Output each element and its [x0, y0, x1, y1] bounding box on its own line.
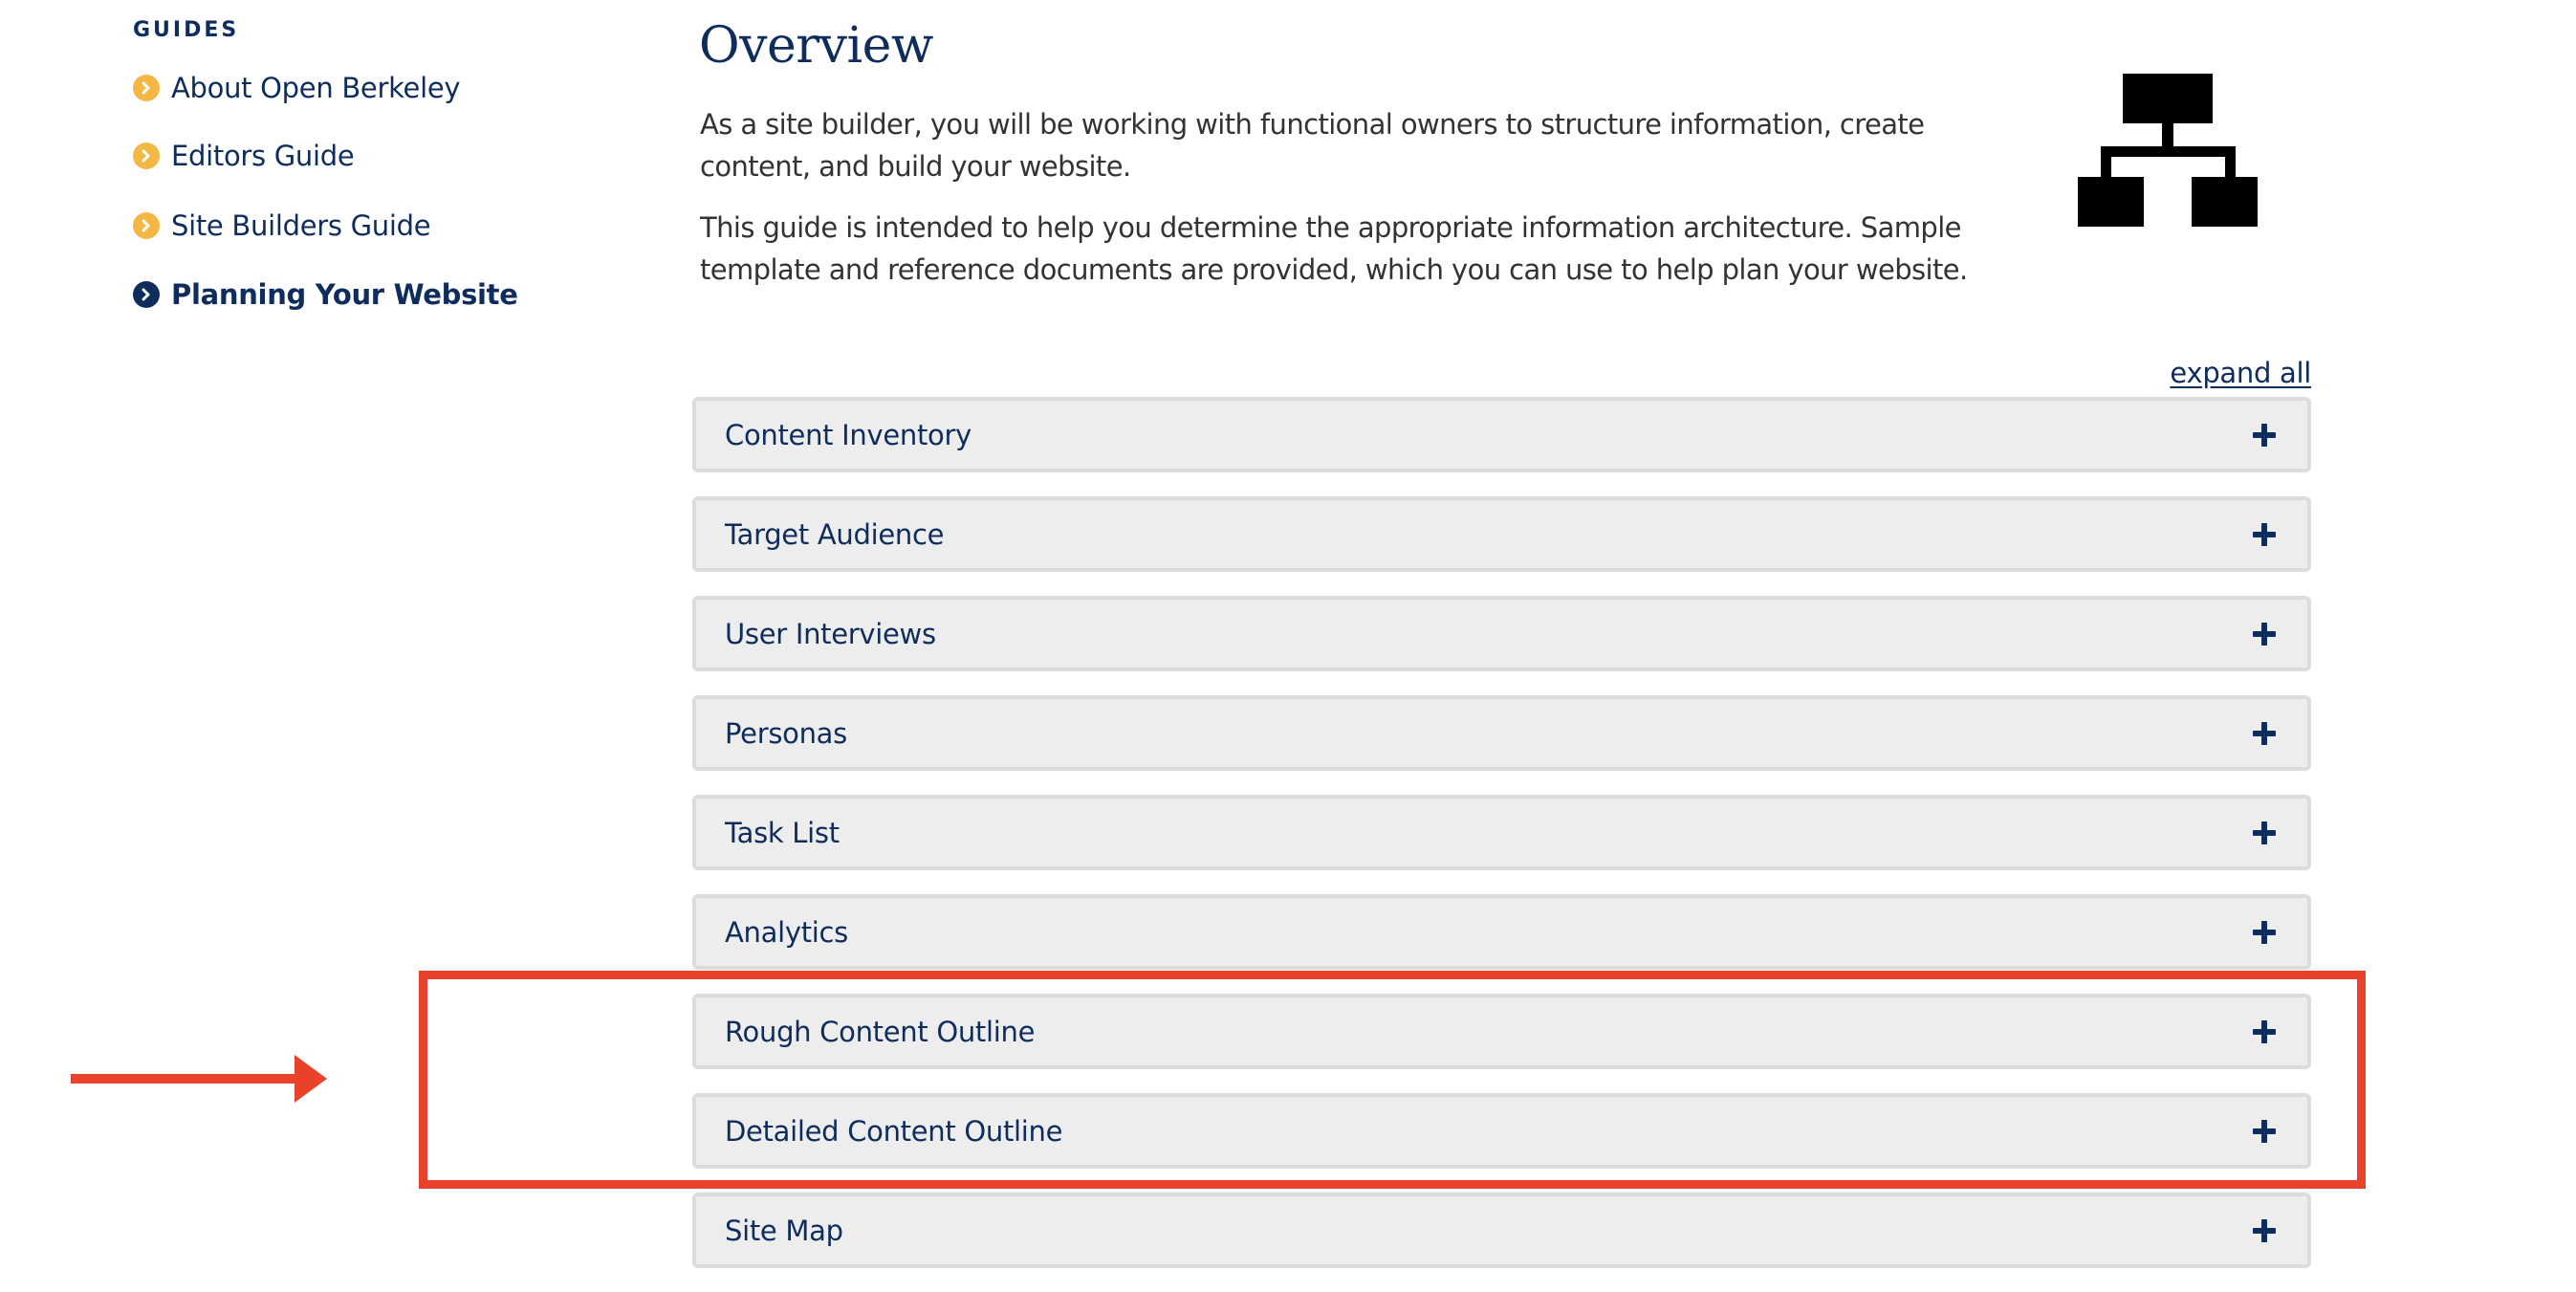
intro-paragraph: As a site builder, you will be working w… [700, 108, 1925, 183]
sidebar-item-label: Editors Guide [171, 140, 355, 172]
sidebar-heading: GUIDES [133, 18, 240, 42]
accordion-item-label: Content Inventory [725, 418, 971, 451]
page-title: Overview [699, 17, 933, 75]
accordion-item-label: Personas [725, 716, 847, 750]
chevron-right-circle-icon [133, 75, 160, 101]
accordion-item-user-interviews[interactable]: User Interviews [692, 596, 2311, 671]
accordion-item-label: Rough Content Outline [725, 1015, 1036, 1048]
annotation-arrow-icon [71, 1055, 327, 1103]
sidebar-item-label: Site Builders Guide [171, 209, 431, 242]
intro-paragraph: This guide is intended to help you deter… [700, 211, 1968, 286]
plus-icon[interactable] [2253, 1119, 2276, 1143]
plus-icon[interactable] [2253, 721, 2276, 745]
accordion-item-target-audience[interactable]: Target Audience [692, 496, 2311, 572]
accordion-item-analytics[interactable]: Analytics [692, 894, 2311, 970]
accordion-item-label: Target Audience [725, 517, 945, 551]
plus-icon[interactable] [2253, 821, 2276, 844]
plus-icon[interactable] [2253, 1218, 2276, 1242]
sitemap-hierarchy-icon [2078, 74, 2258, 227]
accordion-item-label: Site Map [725, 1214, 843, 1247]
plus-icon[interactable] [2253, 1019, 2276, 1043]
plus-icon[interactable] [2253, 522, 2276, 546]
accordion-item-label: User Interviews [725, 617, 936, 650]
intro-text: As a site builder, you will be working w… [700, 103, 2010, 310]
chevron-right-circle-icon [133, 142, 160, 169]
accordion-item-content-inventory[interactable]: Content Inventory [692, 397, 2311, 472]
plus-icon[interactable] [2253, 920, 2276, 944]
accordion-item-label: Analytics [725, 915, 848, 949]
sidebar-item-about-open-berkeley[interactable]: About Open Berkeley [133, 67, 461, 109]
plus-icon[interactable] [2253, 622, 2276, 646]
chevron-right-circle-icon [133, 281, 160, 308]
sidebar-item-editors-guide[interactable]: Editors Guide [133, 135, 355, 177]
accordion-item-task-list[interactable]: Task List [692, 795, 2311, 870]
accordion-item-site-map[interactable]: Site Map [692, 1193, 2311, 1268]
plus-icon[interactable] [2253, 423, 2276, 447]
accordion-item-label: Detailed Content Outline [725, 1114, 1063, 1148]
chevron-right-circle-icon [133, 212, 160, 239]
sidebar-item-label: About Open Berkeley [171, 72, 461, 104]
sidebar-item-planning-your-website[interactable]: Planning Your Website [133, 274, 518, 316]
sidebar-item-site-builders-guide[interactable]: Site Builders Guide [133, 205, 431, 247]
accordion-item-personas[interactable]: Personas [692, 695, 2311, 771]
accordion-item-detailed-content-outline[interactable]: Detailed Content Outline [692, 1093, 2311, 1169]
sidebar-item-label: Planning Your Website [171, 278, 518, 311]
planning-accordion: Content Inventory Target Audience User I… [692, 397, 2311, 1292]
accordion-item-rough-content-outline[interactable]: Rough Content Outline [692, 994, 2311, 1069]
expand-all-link[interactable]: expand all [2170, 357, 2311, 389]
accordion-item-label: Task List [725, 816, 840, 849]
